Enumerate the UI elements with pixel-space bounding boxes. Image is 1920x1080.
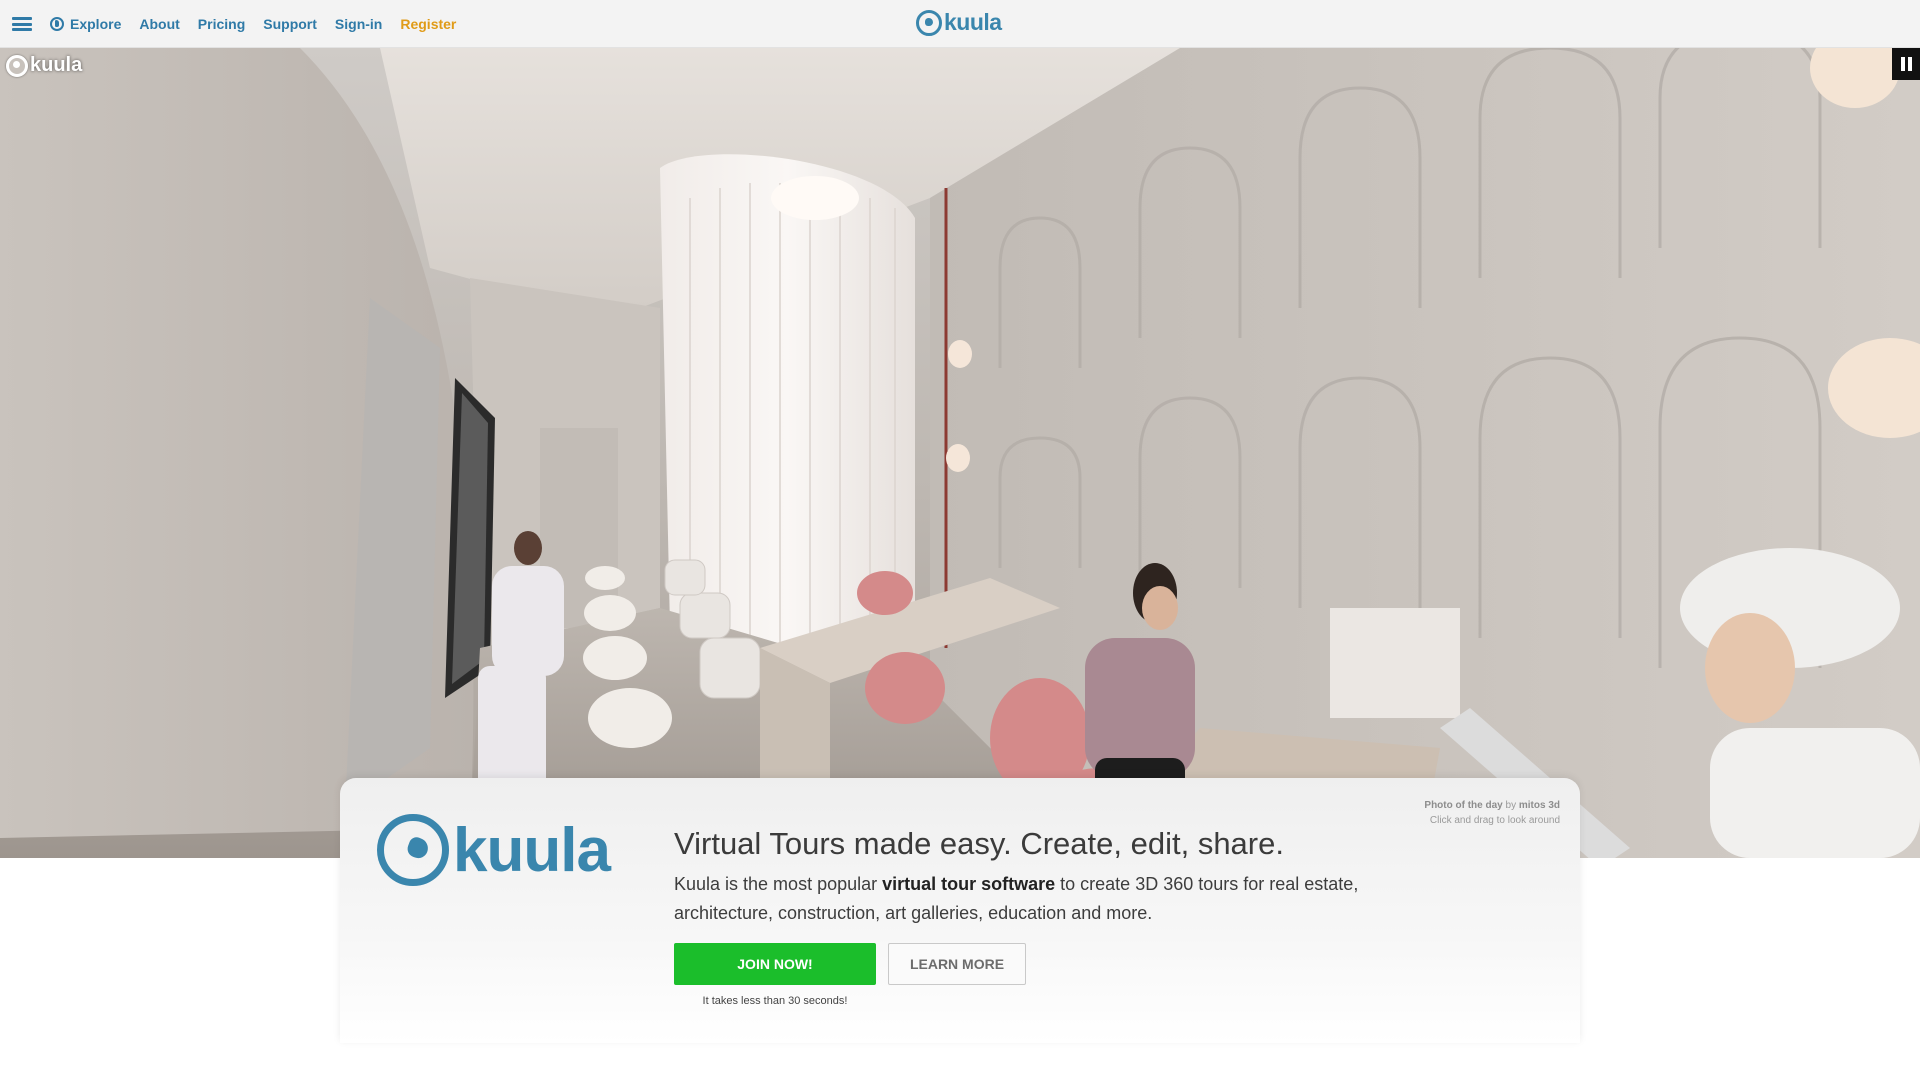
header-logo[interactable]: kuula: [916, 9, 1002, 36]
nav-support[interactable]: Support: [263, 16, 317, 32]
photo-credit-by: by: [1505, 800, 1517, 811]
card-logo-text: kuula: [453, 815, 611, 885]
nav-register[interactable]: Register: [400, 16, 456, 32]
menu-icon[interactable]: [12, 17, 32, 31]
kuula-logo-icon: [916, 9, 942, 36]
intro-card: kuula Photo of the day by mitos 3d Click…: [340, 778, 1580, 1043]
panorama-viewer[interactable]: kuula: [0, 48, 1920, 858]
desc-bold[interactable]: virtual tour software: [882, 874, 1055, 894]
kuula-logo-large-icon: [377, 814, 449, 886]
nav-explore-label: Explore: [70, 16, 122, 32]
nav-about[interactable]: About: [139, 16, 179, 32]
panorama-image: [0, 48, 1920, 858]
nav-signin[interactable]: Sign-in: [335, 16, 382, 32]
desc-prefix: Kuula is the most popular: [674, 874, 883, 894]
top-navbar: Explore About Pricing Support Sign-in Re…: [0, 0, 1920, 48]
photo-credit-label: Photo of the day: [1424, 800, 1503, 811]
photo-credit: Photo of the day by mitos 3d Click and d…: [1424, 798, 1560, 828]
pause-icon: [1900, 57, 1905, 71]
watermark-text: kuula: [30, 54, 83, 76]
intro-description: Kuula is the most popular virtual tour s…: [674, 870, 1434, 928]
pause-button[interactable]: [1892, 48, 1920, 80]
join-note: It takes less than 30 seconds!: [702, 995, 848, 1007]
page-heading: Virtual Tours made easy. Create, edit, s…: [674, 826, 1284, 861]
nav-pricing[interactable]: Pricing: [198, 16, 245, 32]
photo-credit-hint: Click and drag to look around: [1429, 815, 1560, 826]
card-logo: kuula: [377, 814, 611, 886]
kuula-watermark-icon: [6, 54, 28, 77]
join-now-button[interactable]: JOIN NOW!: [674, 943, 876, 985]
header-logo-text: kuula: [944, 9, 1002, 35]
globe-icon: [50, 17, 64, 31]
kuula-watermark: kuula: [6, 54, 82, 77]
nav-explore[interactable]: Explore: [50, 16, 121, 32]
photo-credit-author[interactable]: mitos 3d: [1519, 800, 1560, 811]
learn-more-button[interactable]: LEARN MORE: [888, 943, 1026, 985]
nav-links: Explore About Pricing Support Sign-in Re…: [12, 0, 456, 48]
